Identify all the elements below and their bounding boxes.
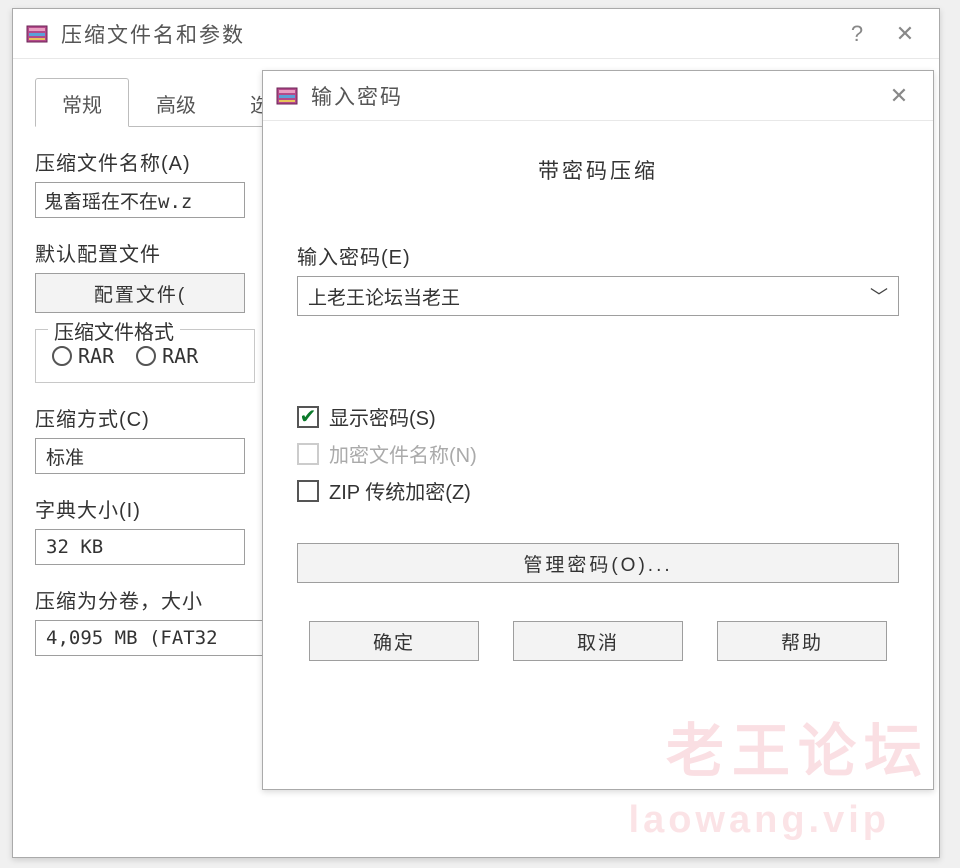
archive-name-input[interactable]: 鬼畜瑶在不在w.z: [35, 182, 245, 218]
split-label: 压缩为分卷，大小: [35, 585, 265, 614]
tab-general[interactable]: 常规: [35, 78, 129, 127]
split-size-select[interactable]: 4,095 MB (FAT32: [35, 620, 265, 656]
password-ok-button[interactable]: 确定: [309, 621, 479, 661]
radio-rar[interactable]: RAR: [52, 344, 114, 368]
help-button[interactable]: ?: [833, 17, 881, 51]
password-input[interactable]: 上老王论坛当老王 ﹀: [297, 276, 899, 316]
checkbox-icon: [297, 480, 319, 502]
radio-icon: [52, 346, 72, 366]
dict-size-label: 字典大小(I): [35, 494, 245, 523]
password-cancel-button[interactable]: 取消: [513, 621, 683, 661]
close-button[interactable]: ✕: [881, 17, 929, 51]
encrypt-filenames-checkbox: 加密文件名称(N): [297, 439, 899, 468]
dict-size-select[interactable]: 32 KB: [35, 529, 245, 565]
password-help-button[interactable]: 帮助: [717, 621, 887, 661]
password-dialog-title: 输入密码: [311, 81, 403, 111]
winrar-icon: [273, 82, 301, 110]
chevron-down-icon[interactable]: ﹀: [870, 283, 888, 309]
archive-format-fieldset: 压缩文件格式 RAR RAR: [35, 329, 255, 383]
winrar-icon: [23, 20, 51, 48]
compression-method-select[interactable]: 标准: [35, 438, 245, 474]
radio-icon: [136, 346, 156, 366]
password-dialog: 输入密码 ✕ 带密码压缩 输入密码(E) 上老王论坛当老王 ﹀ ✔ 显示密码(S…: [262, 70, 934, 790]
archive-format-legend: 压缩文件格式: [48, 316, 180, 345]
checkbox-icon: ✔: [297, 406, 319, 428]
compression-method-label: 压缩方式(C): [35, 403, 245, 432]
archive-dialog-title: 压缩文件名和参数: [61, 19, 245, 49]
zip-legacy-checkbox[interactable]: ZIP 传统加密(Z): [297, 476, 899, 505]
tab-advanced[interactable]: 高级: [129, 78, 223, 127]
password-heading: 带密码压缩: [297, 155, 899, 185]
archive-dialog-titlebar[interactable]: 压缩文件名和参数 ? ✕: [13, 9, 939, 59]
checkbox-icon: [297, 443, 319, 465]
profile-button[interactable]: 配置文件(: [35, 273, 245, 313]
enter-password-label: 输入密码(E): [297, 241, 899, 270]
radio-rar5[interactable]: RAR: [136, 344, 198, 368]
password-dialog-titlebar[interactable]: 输入密码 ✕: [263, 71, 933, 121]
show-password-checkbox[interactable]: ✔ 显示密码(S): [297, 402, 899, 431]
manage-passwords-button[interactable]: 管理密码(O)...: [297, 543, 899, 583]
password-close-button[interactable]: ✕: [875, 79, 923, 113]
